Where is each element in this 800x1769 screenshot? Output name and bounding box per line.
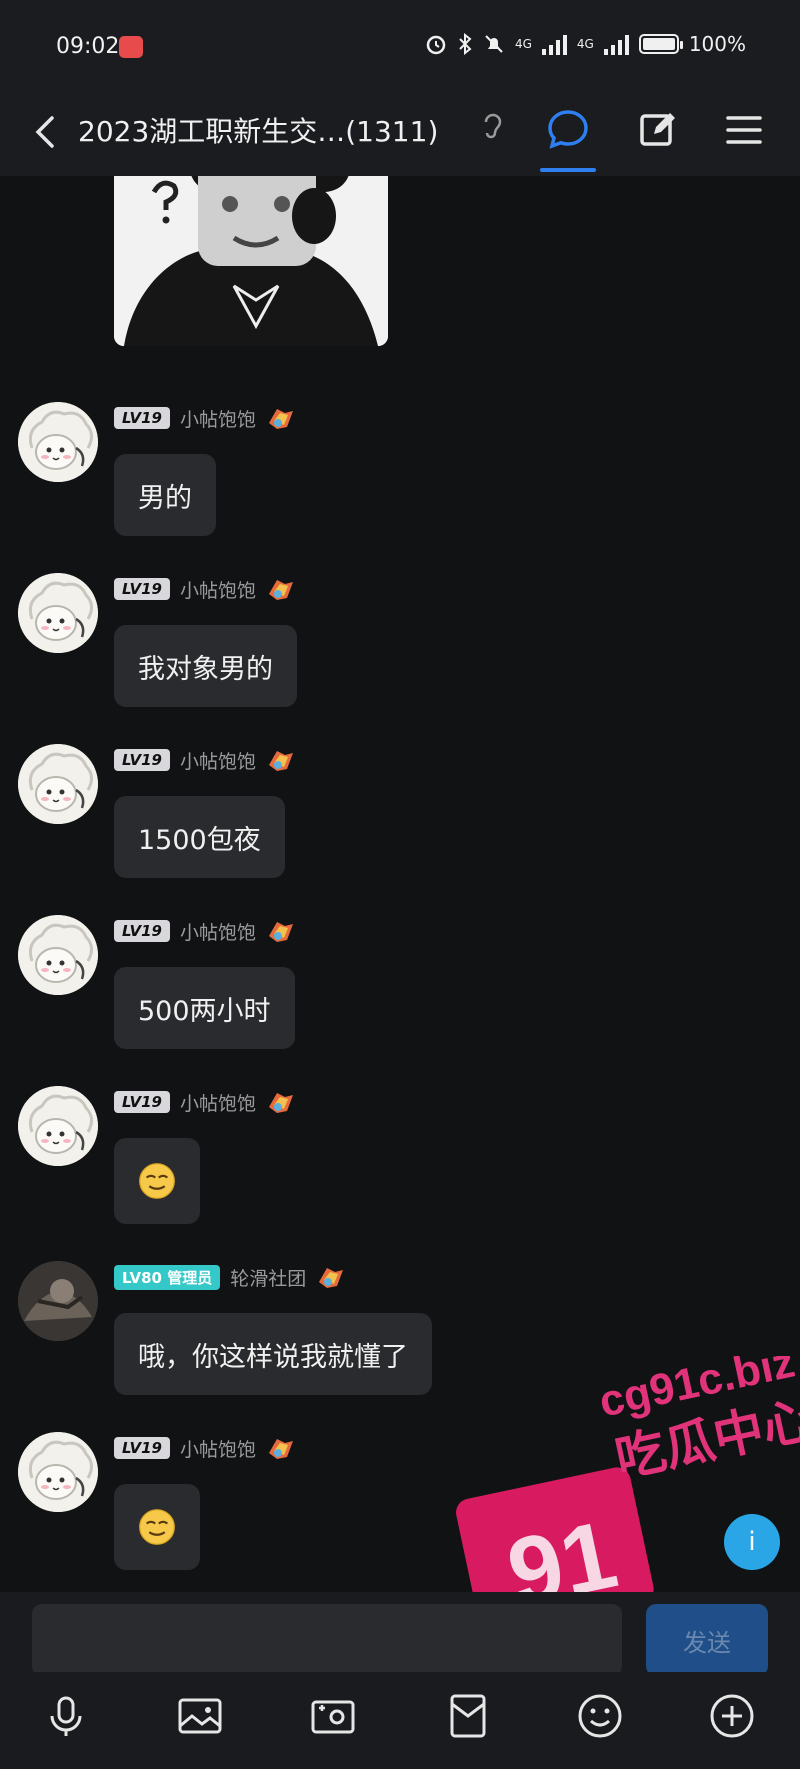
camera-icon[interactable] — [307, 1690, 359, 1742]
signal-icon — [541, 33, 567, 55]
level-badge: LV19 — [114, 1091, 170, 1113]
sender-name[interactable]: 小帖饱饱 — [180, 576, 256, 603]
sender-name[interactable]: 小帖饱饱 — [180, 1435, 256, 1462]
level-badge: LV19 — [114, 749, 170, 771]
battery-icon — [638, 34, 683, 54]
sender-name[interactable]: 轮滑社团 — [230, 1264, 306, 1291]
sender-name[interactable]: 小帖饱饱 — [180, 1089, 256, 1116]
message-bubble[interactable]: 男的 — [114, 454, 216, 536]
message-bubble[interactable]: 哦，你这样说我就懂了 — [114, 1313, 432, 1395]
back-arrow-icon[interactable] — [24, 110, 68, 154]
medal-icon — [269, 580, 293, 600]
avatar[interactable] — [18, 1086, 98, 1166]
ear-icon[interactable] — [482, 110, 504, 144]
composer-bar: 发送 — [0, 1592, 800, 1676]
medal-icon — [319, 1268, 344, 1288]
status-bar: 09:02 4G 4G 100% — [0, 0, 800, 96]
medal-icon — [269, 1093, 293, 1113]
edit-icon[interactable] — [632, 104, 684, 156]
composer-toolbar — [0, 1672, 800, 1769]
medal-icon — [269, 1439, 293, 1459]
notification-icon — [119, 36, 143, 58]
battery-percent: 100% — [688, 32, 746, 56]
level-badge: LV19 — [114, 1437, 170, 1459]
emoji-icon[interactable] — [574, 1690, 626, 1742]
avatar[interactable] — [18, 402, 98, 482]
level-text: LV80 — [122, 1268, 162, 1287]
menu-icon[interactable] — [718, 104, 770, 156]
bluetooth-icon — [459, 33, 472, 55]
image-icon[interactable] — [174, 1690, 226, 1742]
level-badge: LV19 — [114, 578, 170, 600]
sender-name[interactable]: 小帖饱饱 — [180, 747, 256, 774]
message-input[interactable] — [32, 1604, 622, 1676]
status-time: 09:02 — [56, 34, 120, 59]
sender-info: LV19 小帖饱饱 — [114, 575, 296, 603]
info-badge[interactable]: i — [724, 1514, 780, 1570]
avatar[interactable] — [18, 1261, 98, 1341]
mute-bell-icon — [485, 35, 503, 53]
medal-icon — [269, 922, 293, 942]
role-tag: 管理员 — [167, 1268, 213, 1287]
chat-bubble-icon[interactable] — [542, 104, 594, 156]
sender-info: LV19 小帖饱饱 — [114, 746, 296, 774]
sender-name[interactable]: 小帖饱饱 — [180, 405, 256, 432]
message-bubble[interactable] — [114, 1138, 200, 1224]
sender-name[interactable]: 小帖饱饱 — [180, 918, 256, 945]
status-icons: 4G 4G 100% — [425, 32, 746, 56]
avatar[interactable] — [18, 1432, 98, 1512]
network-label-1: 4G — [514, 37, 532, 51]
smirk-emoji-icon — [139, 1509, 175, 1545]
medal-icon — [269, 409, 293, 429]
network-label-2: 4G — [576, 37, 594, 51]
sender-info: LV19 小帖饱饱 — [114, 1088, 296, 1116]
signal-icon — [603, 33, 629, 55]
active-tab-indicator — [540, 168, 596, 172]
avatar[interactable] — [18, 744, 98, 824]
smirk-emoji-icon — [139, 1163, 175, 1199]
medal-icon — [269, 751, 293, 771]
level-badge: LV80 管理员 — [114, 1264, 221, 1290]
sender-info: LV80 管理员 轮滑社团 — [114, 1263, 346, 1291]
message-bubble[interactable]: 1500包夜 — [114, 796, 285, 878]
level-badge: LV19 — [114, 920, 170, 942]
message-bubble[interactable] — [114, 1484, 200, 1570]
red-packet-icon[interactable] — [442, 1690, 494, 1742]
sender-info: LV19 小帖饱饱 — [114, 404, 296, 432]
avatar[interactable] — [18, 573, 98, 653]
sender-info: LV19 小帖饱饱 — [114, 917, 296, 945]
plus-icon[interactable] — [706, 1690, 758, 1742]
alarm-icon — [426, 35, 446, 55]
avatar[interactable] — [18, 915, 98, 995]
level-badge: LV19 — [114, 407, 170, 429]
message-bubble[interactable]: 我对象男的 — [114, 625, 297, 707]
send-button[interactable]: 发送 — [646, 1604, 768, 1676]
sender-info: LV19 小帖饱饱 — [114, 1434, 296, 1462]
group-title[interactable]: 2023湖工职新生交…(1311) — [78, 110, 488, 150]
message-bubble[interactable]: 500两小时 — [114, 967, 295, 1049]
chat-header: 2023湖工职新生交…(1311) — [0, 96, 800, 176]
sticker-image[interactable] — [114, 176, 388, 346]
microphone-icon[interactable] — [40, 1690, 92, 1742]
